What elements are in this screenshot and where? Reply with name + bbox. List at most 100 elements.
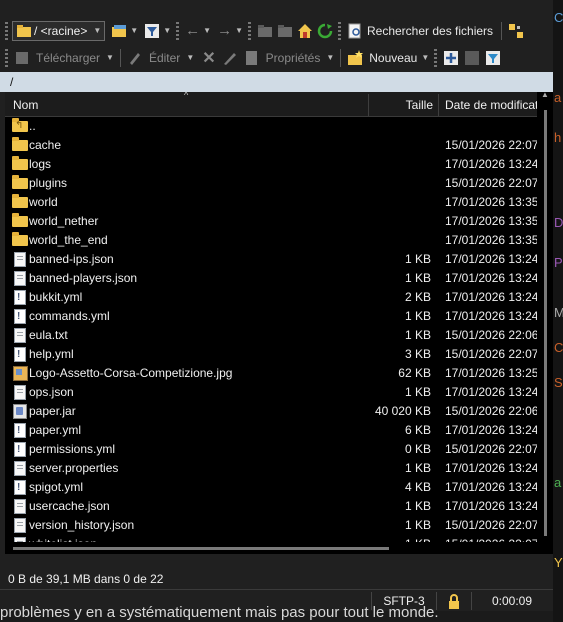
unselect-all-button[interactable] xyxy=(464,47,480,69)
file-row[interactable]: world_nether 17/01/2026 13:35: xyxy=(5,212,537,231)
toolbar-grip[interactable] xyxy=(337,21,341,40)
file-size: 62 KB xyxy=(398,366,431,380)
file-row[interactable]: world_the_end 17/01/2026 13:35: xyxy=(5,231,537,250)
file-row[interactable]: paper.jar 40 020 KB 15/01/2026 22:06: xyxy=(5,402,537,421)
select-all-button[interactable] xyxy=(443,47,459,69)
background-glyph: C xyxy=(554,340,563,355)
encryption-indicator[interactable] xyxy=(436,592,471,610)
properties-button[interactable]: Propriétés ▼ xyxy=(244,47,334,69)
back-button[interactable]: ← ▼ xyxy=(185,20,211,42)
edit-button[interactable]: Éditer ▼ xyxy=(127,47,194,69)
file-name: spigot.yml xyxy=(29,480,84,494)
chevron-down-icon[interactable]: ▼ xyxy=(130,26,138,35)
file-row[interactable]: banned-ips.json 1 KB 17/01/2026 13:24: xyxy=(5,250,537,269)
synchronize-button[interactable] xyxy=(508,20,524,42)
open-folder-button[interactable]: ▼ xyxy=(111,20,138,42)
chevron-down-icon[interactable]: ▼ xyxy=(106,53,114,62)
refresh-button[interactable] xyxy=(317,20,333,42)
chevron-down-icon[interactable]: ▼ xyxy=(326,53,334,62)
file-row[interactable]: logs 17/01/2026 13:24: xyxy=(5,155,537,174)
path-combo[interactable]: / <racine> ▼ xyxy=(12,20,106,41)
file-row[interactable]: server.properties 1 KB 17/01/2026 13:24: xyxy=(5,459,537,478)
file-name: banned-ips.json xyxy=(29,252,114,266)
file-name: plugins xyxy=(29,176,68,190)
parent-directory-button[interactable] xyxy=(257,20,273,42)
column-header-date[interactable]: Date de modification xyxy=(445,92,537,116)
edit-label: Éditer xyxy=(148,50,181,65)
horizontal-scrollbar-thumb[interactable] xyxy=(13,547,389,550)
file-date: 15/01/2026 22:07: xyxy=(445,518,537,532)
toolbar-grip[interactable] xyxy=(5,48,8,67)
file-row[interactable]: whitelist.json 1 KB 15/01/2026 22:07: xyxy=(5,535,537,542)
find-files-button[interactable]: Rechercher des fichiers xyxy=(347,20,493,42)
document-icon xyxy=(14,499,26,514)
chevron-down-icon[interactable]: ▼ xyxy=(235,26,243,35)
file-row[interactable]: plugins 15/01/2026 22:07: xyxy=(5,174,537,193)
file-name: paper.jar xyxy=(29,404,76,418)
filter-button[interactable]: ▼ xyxy=(144,20,171,42)
download-icon xyxy=(14,50,30,66)
chevron-down-icon[interactable]: ▼ xyxy=(163,26,171,35)
horizontal-scrollbar[interactable] xyxy=(5,542,537,554)
file-row[interactable]: version_history.json 1 KB 15/01/2026 22:07… xyxy=(5,516,537,535)
filter-icon xyxy=(144,23,160,39)
home-directory-button[interactable] xyxy=(297,20,313,42)
background-glyph: D xyxy=(554,215,563,230)
background-glyph: S xyxy=(554,375,563,390)
toolbar-separator xyxy=(501,21,503,40)
action-toolbar: Télécharger ▼ Éditer ▼ ✕ Propriétés ▼ No… xyxy=(0,45,553,70)
toolbar-grip[interactable] xyxy=(176,21,180,40)
file-row[interactable]: cache 15/01/2026 22:07: xyxy=(5,136,537,155)
jar-file-icon xyxy=(13,404,27,419)
chevron-down-icon[interactable]: ▼ xyxy=(203,26,211,35)
file-list[interactable]: Nom ^ Taille Date de modification ↰..cac… xyxy=(5,92,553,554)
column-header-size[interactable]: Taille xyxy=(369,92,433,116)
vertical-scrollbar-thumb[interactable] xyxy=(544,110,547,536)
toolbar-grip[interactable] xyxy=(247,21,251,40)
file-date: 17/01/2026 13:24: xyxy=(445,271,537,285)
file-row[interactable]: Logo-Assetto-Corsa-Competizione.jpg 62 KB… xyxy=(5,364,537,383)
file-row[interactable]: banned-players.json 1 KB 17/01/2026 13:24: xyxy=(5,269,537,288)
file-date: 17/01/2026 13:24: xyxy=(445,423,537,437)
file-row[interactable]: help.yml 3 KB 15/01/2026 22:07: xyxy=(5,345,537,364)
path-bar[interactable]: / xyxy=(0,72,553,92)
folder-icon xyxy=(12,194,28,208)
file-date: 17/01/2026 13:35: xyxy=(445,214,537,228)
scroll-up-icon[interactable]: ▲ xyxy=(541,92,549,99)
new-label: Nouveau xyxy=(369,50,418,65)
rename-button[interactable] xyxy=(222,47,238,69)
download-button[interactable]: Télécharger ▼ xyxy=(14,47,114,69)
session-timer-label: 0:00:09 xyxy=(491,594,533,608)
background-glyph: Y xyxy=(554,555,563,570)
file-name: world_the_end xyxy=(29,233,108,247)
column-divider[interactable] xyxy=(438,94,439,116)
chevron-down-icon[interactable]: ▼ xyxy=(421,53,429,62)
file-size: 4 KB xyxy=(404,480,431,494)
delete-button[interactable]: ✕ xyxy=(202,47,215,69)
forward-button[interactable]: → ▼ xyxy=(217,20,243,42)
chevron-down-icon[interactable]: ▼ xyxy=(186,53,194,62)
file-row[interactable]: ops.json 1 KB 17/01/2026 13:24: xyxy=(5,383,537,402)
file-row[interactable]: bukkit.yml 2 KB 17/01/2026 13:24: xyxy=(5,288,537,307)
vertical-scrollbar[interactable]: ▲ xyxy=(537,92,553,554)
properties-icon xyxy=(244,50,260,66)
file-row[interactable]: eula.txt 1 KB 15/01/2026 22:06: xyxy=(5,326,537,345)
file-row[interactable]: paper.yml 6 KB 17/01/2026 13:24: xyxy=(5,421,537,440)
toolbar-grip[interactable] xyxy=(434,48,438,67)
filter-selection-button[interactable] xyxy=(485,47,501,69)
file-row[interactable]: spigot.yml 4 KB 17/01/2026 13:24: xyxy=(5,478,537,497)
background-text-line: problèmes y en a systématiquement mais p… xyxy=(0,604,439,621)
find-files-label: Rechercher des fichiers xyxy=(366,23,494,38)
file-row[interactable]: permissions.yml 0 KB 15/01/2026 22:07: xyxy=(5,440,537,459)
chevron-down-icon[interactable]: ▼ xyxy=(93,26,101,35)
yml-file-icon xyxy=(14,421,26,440)
new-button[interactable]: Nouveau ▼ xyxy=(347,47,429,69)
file-name: bukkit.yml xyxy=(29,290,83,304)
file-row[interactable]: commands.yml 1 KB 17/01/2026 13:24: xyxy=(5,307,537,326)
file-row[interactable]: ↰.. xyxy=(5,117,537,136)
root-directory-button[interactable] xyxy=(277,20,293,42)
file-row[interactable]: world 17/01/2026 13:35: xyxy=(5,193,537,212)
find-files-icon xyxy=(347,23,363,39)
file-row[interactable]: usercache.json 1 KB 17/01/2026 13:24: xyxy=(5,497,537,516)
toolbar-grip[interactable] xyxy=(5,21,8,40)
